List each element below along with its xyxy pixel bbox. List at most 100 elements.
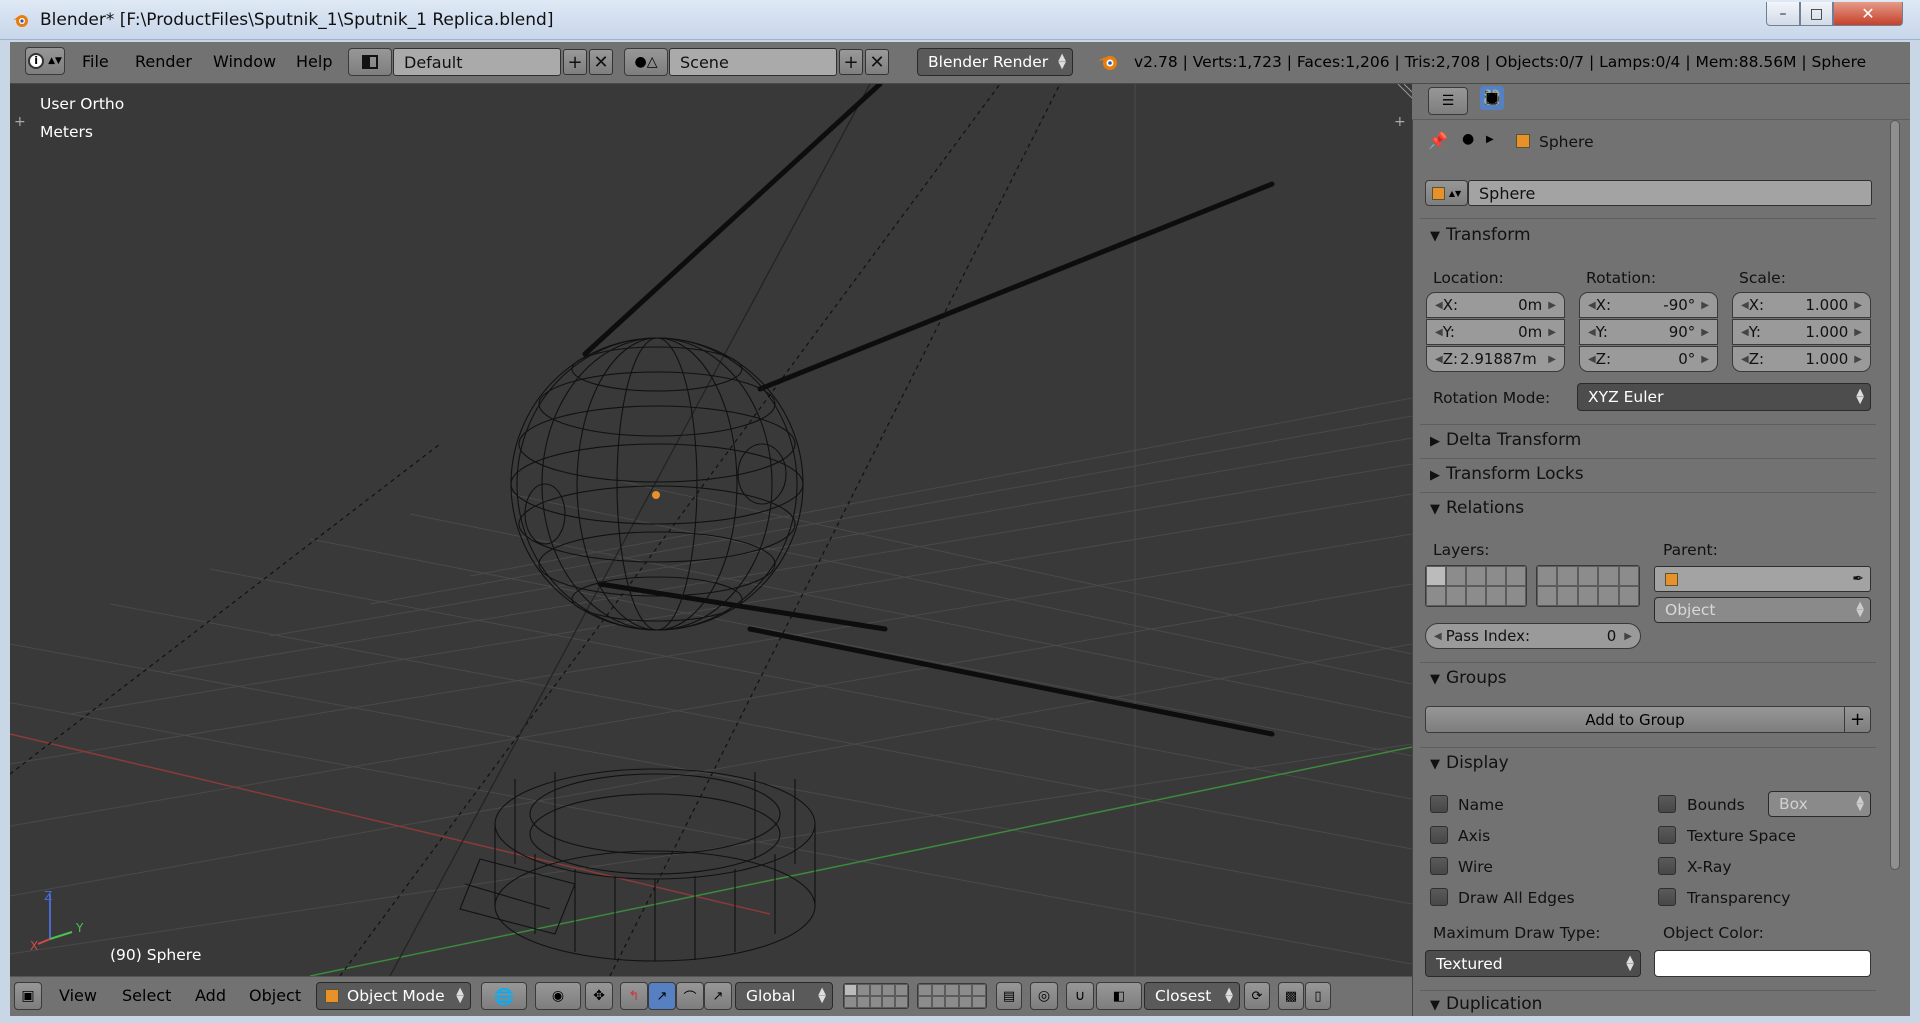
scale-y-field[interactable]: ◀ Y: 1.000 ▶: [1732, 319, 1871, 345]
bounds-type-dropdown[interactable]: Box ▲ ▼: [1768, 791, 1871, 817]
parent-type-dropdown[interactable]: Object ▲ ▼: [1654, 597, 1871, 623]
maximize-button[interactable]: □: [1800, 2, 1833, 26]
draw-all-edges-checkbox[interactable]: [1430, 888, 1448, 906]
rotation-y-field[interactable]: ◀ Y: 90° ▶: [1579, 319, 1718, 345]
rotation-mode-dropdown[interactable]: XYZ Euler ▲ ▼: [1577, 383, 1871, 411]
scene-layers-1[interactable]: [843, 983, 909, 1009]
panel-header-transform[interactable]: ▼ Transform: [1430, 225, 1531, 245]
max-draw-type-label: Maximum Draw Type:: [1433, 924, 1601, 942]
manipulator-toggle[interactable]: ✥: [585, 982, 613, 1010]
snap-target-dropdown[interactable]: Closest ▲ ▼: [1144, 982, 1240, 1010]
add-screen-button[interactable]: +: [563, 49, 587, 75]
add-scene-button[interactable]: +: [839, 49, 863, 75]
scale-z-field[interactable]: ◀ Z: 1.000 ▶: [1732, 346, 1871, 372]
remove-screen-button[interactable]: ✕: [589, 49, 613, 75]
rotation-mode-label: Rotation Mode:: [1433, 389, 1551, 407]
panel-header-display[interactable]: ▼ Display: [1430, 753, 1509, 773]
scale-manipulator-button[interactable]: ⌒: [676, 982, 704, 1010]
menu-view[interactable]: View: [59, 986, 97, 1005]
view-name: User Ortho: [40, 95, 125, 113]
object-name-field[interactable]: Sphere: [1468, 180, 1872, 206]
interaction-mode-dropdown[interactable]: Object Mode ▲ ▼: [316, 982, 471, 1010]
render-animation-button[interactable]: ▯: [1305, 982, 1331, 1010]
triangle-right-icon: ▶: [1430, 468, 1440, 483]
scene-selector[interactable]: ●△: [624, 48, 668, 76]
axis-y-label: Y: [75, 921, 84, 935]
max-draw-type-value: Textured: [1436, 954, 1503, 973]
wire-checkbox[interactable]: [1430, 857, 1448, 875]
rotation-z-field[interactable]: ◀ Z: 0° ▶: [1579, 346, 1718, 372]
editor-type-selector[interactable]: ▣: [14, 982, 42, 1010]
menu-render[interactable]: Render: [135, 52, 192, 71]
panel-header-duplication[interactable]: ▼ Duplication: [1430, 994, 1542, 1014]
editor-type-selector[interactable]: i ▲▼: [25, 47, 65, 75]
properties-scrollbar[interactable]: [1890, 120, 1900, 870]
minimize-button[interactable]: –: [1766, 2, 1800, 26]
chevron-right-icon: ▶: [1486, 134, 1494, 145]
pivot-point-dropdown[interactable]: ◉: [535, 982, 581, 1010]
arrow-left-icon: ◀: [1435, 299, 1443, 311]
render-engine-dropdown[interactable]: Blender Render ▲ ▼: [917, 48, 1073, 76]
remove-scene-button[interactable]: ✕: [865, 49, 889, 75]
rotate-manipulator-button[interactable]: ↗: [648, 982, 676, 1010]
transparency-checkbox[interactable]: [1658, 888, 1676, 906]
menu-help[interactable]: Help: [296, 52, 332, 71]
panel-header-relations[interactable]: ▼ Relations: [1430, 498, 1524, 518]
move-manipulator-button[interactable]: ↗: [704, 982, 732, 1010]
snap-toggle[interactable]: ∪: [1066, 982, 1094, 1010]
snap-element-dropdown[interactable]: ◧: [1096, 982, 1142, 1010]
menu-add[interactable]: Add: [195, 986, 226, 1005]
unit-system: Meters: [40, 123, 93, 141]
screen-layout-name[interactable]: Default: [393, 48, 561, 76]
menu-window[interactable]: Window: [213, 52, 276, 71]
screen-layout-selector[interactable]: [348, 48, 392, 76]
local-layers-toggle[interactable]: ▤: [996, 982, 1022, 1010]
name-checkbox[interactable]: [1430, 795, 1448, 813]
menu-select[interactable]: Select: [122, 986, 171, 1005]
snap-rotation-toggle[interactable]: ⟳: [1244, 982, 1270, 1010]
layers-icon: ▤: [1002, 988, 1016, 1004]
editor-type-selector[interactable]: ☰: [1428, 87, 1468, 115]
object-layers-2[interactable]: [1536, 565, 1640, 607]
transform-orientation-dropdown[interactable]: Global ▲ ▼: [735, 982, 833, 1010]
texture-space-checkbox[interactable]: [1658, 826, 1676, 844]
max-draw-type-dropdown[interactable]: Textured ▲ ▼: [1425, 950, 1641, 977]
axis-checkbox[interactable]: [1430, 826, 1448, 844]
pass-index-field[interactable]: ◀ Pass Index: 0 ▶: [1425, 623, 1641, 649]
object-layers-1[interactable]: [1425, 565, 1527, 607]
rotation-x-field[interactable]: ◀ X: -90° ▶: [1579, 292, 1718, 318]
scene-layers-2[interactable]: [917, 983, 987, 1009]
scale-x-field[interactable]: ◀ X: 1.000 ▶: [1732, 292, 1871, 318]
arrow-left-icon: ◀: [1741, 326, 1749, 338]
physics-tab-icon[interactable]: ✓: [1480, 86, 1504, 110]
parent-field[interactable]: ✒: [1654, 566, 1871, 592]
bounds-checkbox[interactable]: [1658, 795, 1676, 813]
object-selector[interactable]: ▲▼: [1425, 180, 1468, 206]
viewport-shading-dropdown[interactable]: 🌐: [481, 982, 527, 1010]
3d-viewport[interactable]: Z Y X + + User Ortho Meters (90) Sphere: [10, 84, 1412, 976]
panel-header-groups[interactable]: ▼ Groups: [1430, 668, 1507, 688]
arrow-left-icon: ◀: [1434, 630, 1442, 642]
arrow-right-icon: ▶: [1701, 353, 1709, 365]
location-z-field[interactable]: ◀ Z: 2.91887m ▶: [1426, 346, 1565, 372]
manipulator-icon: ✥: [593, 988, 605, 1004]
panel-title: Relations: [1446, 498, 1525, 518]
xray-checkbox[interactable]: [1658, 857, 1676, 875]
proportional-editing-toggle[interactable]: ◎: [1030, 982, 1058, 1010]
location-x-field[interactable]: ◀ X: 0m ▶: [1426, 292, 1565, 318]
render-opengl-button[interactable]: ▩: [1278, 982, 1304, 1010]
eyedropper-icon[interactable]: ✒: [1852, 571, 1864, 587]
translate-manipulator-button[interactable]: ↰: [620, 982, 648, 1010]
pin-icon[interactable]: 📌: [1428, 131, 1448, 150]
panel-header-delta-transform[interactable]: ▶ Delta Transform: [1430, 430, 1581, 450]
scene-name[interactable]: Scene: [669, 48, 837, 76]
breadcrumb-object: Sphere: [1539, 133, 1594, 151]
menu-object[interactable]: Object: [249, 986, 301, 1005]
close-button[interactable]: ✕: [1833, 2, 1903, 26]
add-group-plus-button[interactable]: +: [1844, 706, 1871, 733]
location-y-field[interactable]: ◀ Y: 0m ▶: [1426, 319, 1565, 345]
panel-header-transform-locks[interactable]: ▶ Transform Locks: [1430, 464, 1584, 484]
object-color-swatch[interactable]: [1654, 950, 1871, 977]
add-to-group-button[interactable]: Add to Group: [1425, 706, 1845, 733]
menu-file[interactable]: File: [82, 52, 109, 71]
